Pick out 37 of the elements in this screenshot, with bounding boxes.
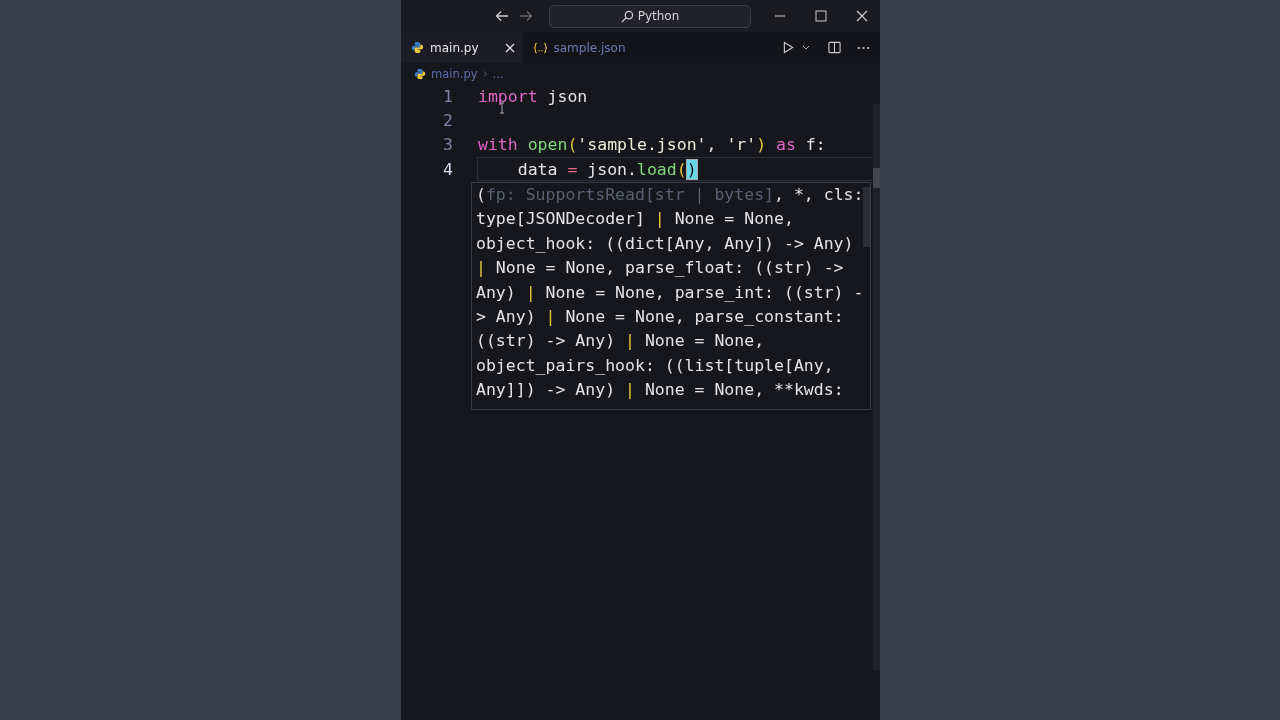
maximize-icon[interactable] — [815, 10, 827, 22]
chevron-down-icon[interactable] — [802, 44, 810, 51]
close-icon[interactable] — [504, 42, 515, 53]
back-arrow-icon[interactable] — [495, 10, 509, 22]
signature-text-line: (fp: SupportsRead[str | bytes], *, cls: — [476, 184, 864, 206]
more-icon[interactable] — [857, 45, 870, 50]
braces-icon — [532, 41, 548, 54]
breadcrumb-item[interactable]: ... — [492, 66, 504, 81]
code-line: import json — [478, 86, 588, 106]
run-icon[interactable] — [783, 41, 794, 54]
command-search-field[interactable]: Python — [549, 4, 751, 28]
line-number: 3 — [442, 135, 453, 155]
scrollbar[interactable] — [873, 104, 880, 670]
editor-tab[interactable]: main.py — [401, 32, 523, 63]
signature-text-line: ((str) -> Any) | None = None, — [476, 330, 766, 353]
line-number: 4 — [442, 159, 453, 179]
code-line: data = json.load() — [516, 159, 697, 179]
close-icon[interactable] — [856, 10, 868, 22]
signature-text-line: object_hook: ((dict[Any, Any]) -> Any) — [476, 232, 855, 255]
signature-text-line: type[JSONDecoder] | None = None, — [476, 208, 795, 231]
signature-text-line: object_pairs_hook: ((list[tuple[Any, — [476, 354, 835, 377]
split-editor-icon[interactable] — [828, 41, 841, 54]
signature-text-line: > Any) | None = None, parse_constant: — [476, 305, 845, 328]
signature-text-line: | None = None, parse_float: ((str) -> — [476, 257, 845, 280]
search-icon — [620, 9, 634, 23]
chevron-right-icon — [482, 69, 488, 78]
signature-text-line: Any) | None = None, parse_int: ((str) - — [476, 281, 864, 304]
line-number: 1 — [442, 86, 453, 106]
editor-tab[interactable]: sample.json — [522, 32, 636, 63]
python-icon — [411, 41, 424, 54]
code-line: with open('sample.json', 'r') as f: — [478, 135, 826, 155]
line-number: 2 — [442, 111, 453, 131]
python-icon — [414, 67, 426, 80]
breadcrumb-item[interactable]: main.py — [431, 66, 478, 81]
forward-arrow-icon[interactable] — [519, 10, 533, 22]
scrollbar[interactable] — [863, 187, 870, 247]
signature-text-line: Any]]) -> Any) | None = None, **kwds: — [476, 379, 845, 402]
